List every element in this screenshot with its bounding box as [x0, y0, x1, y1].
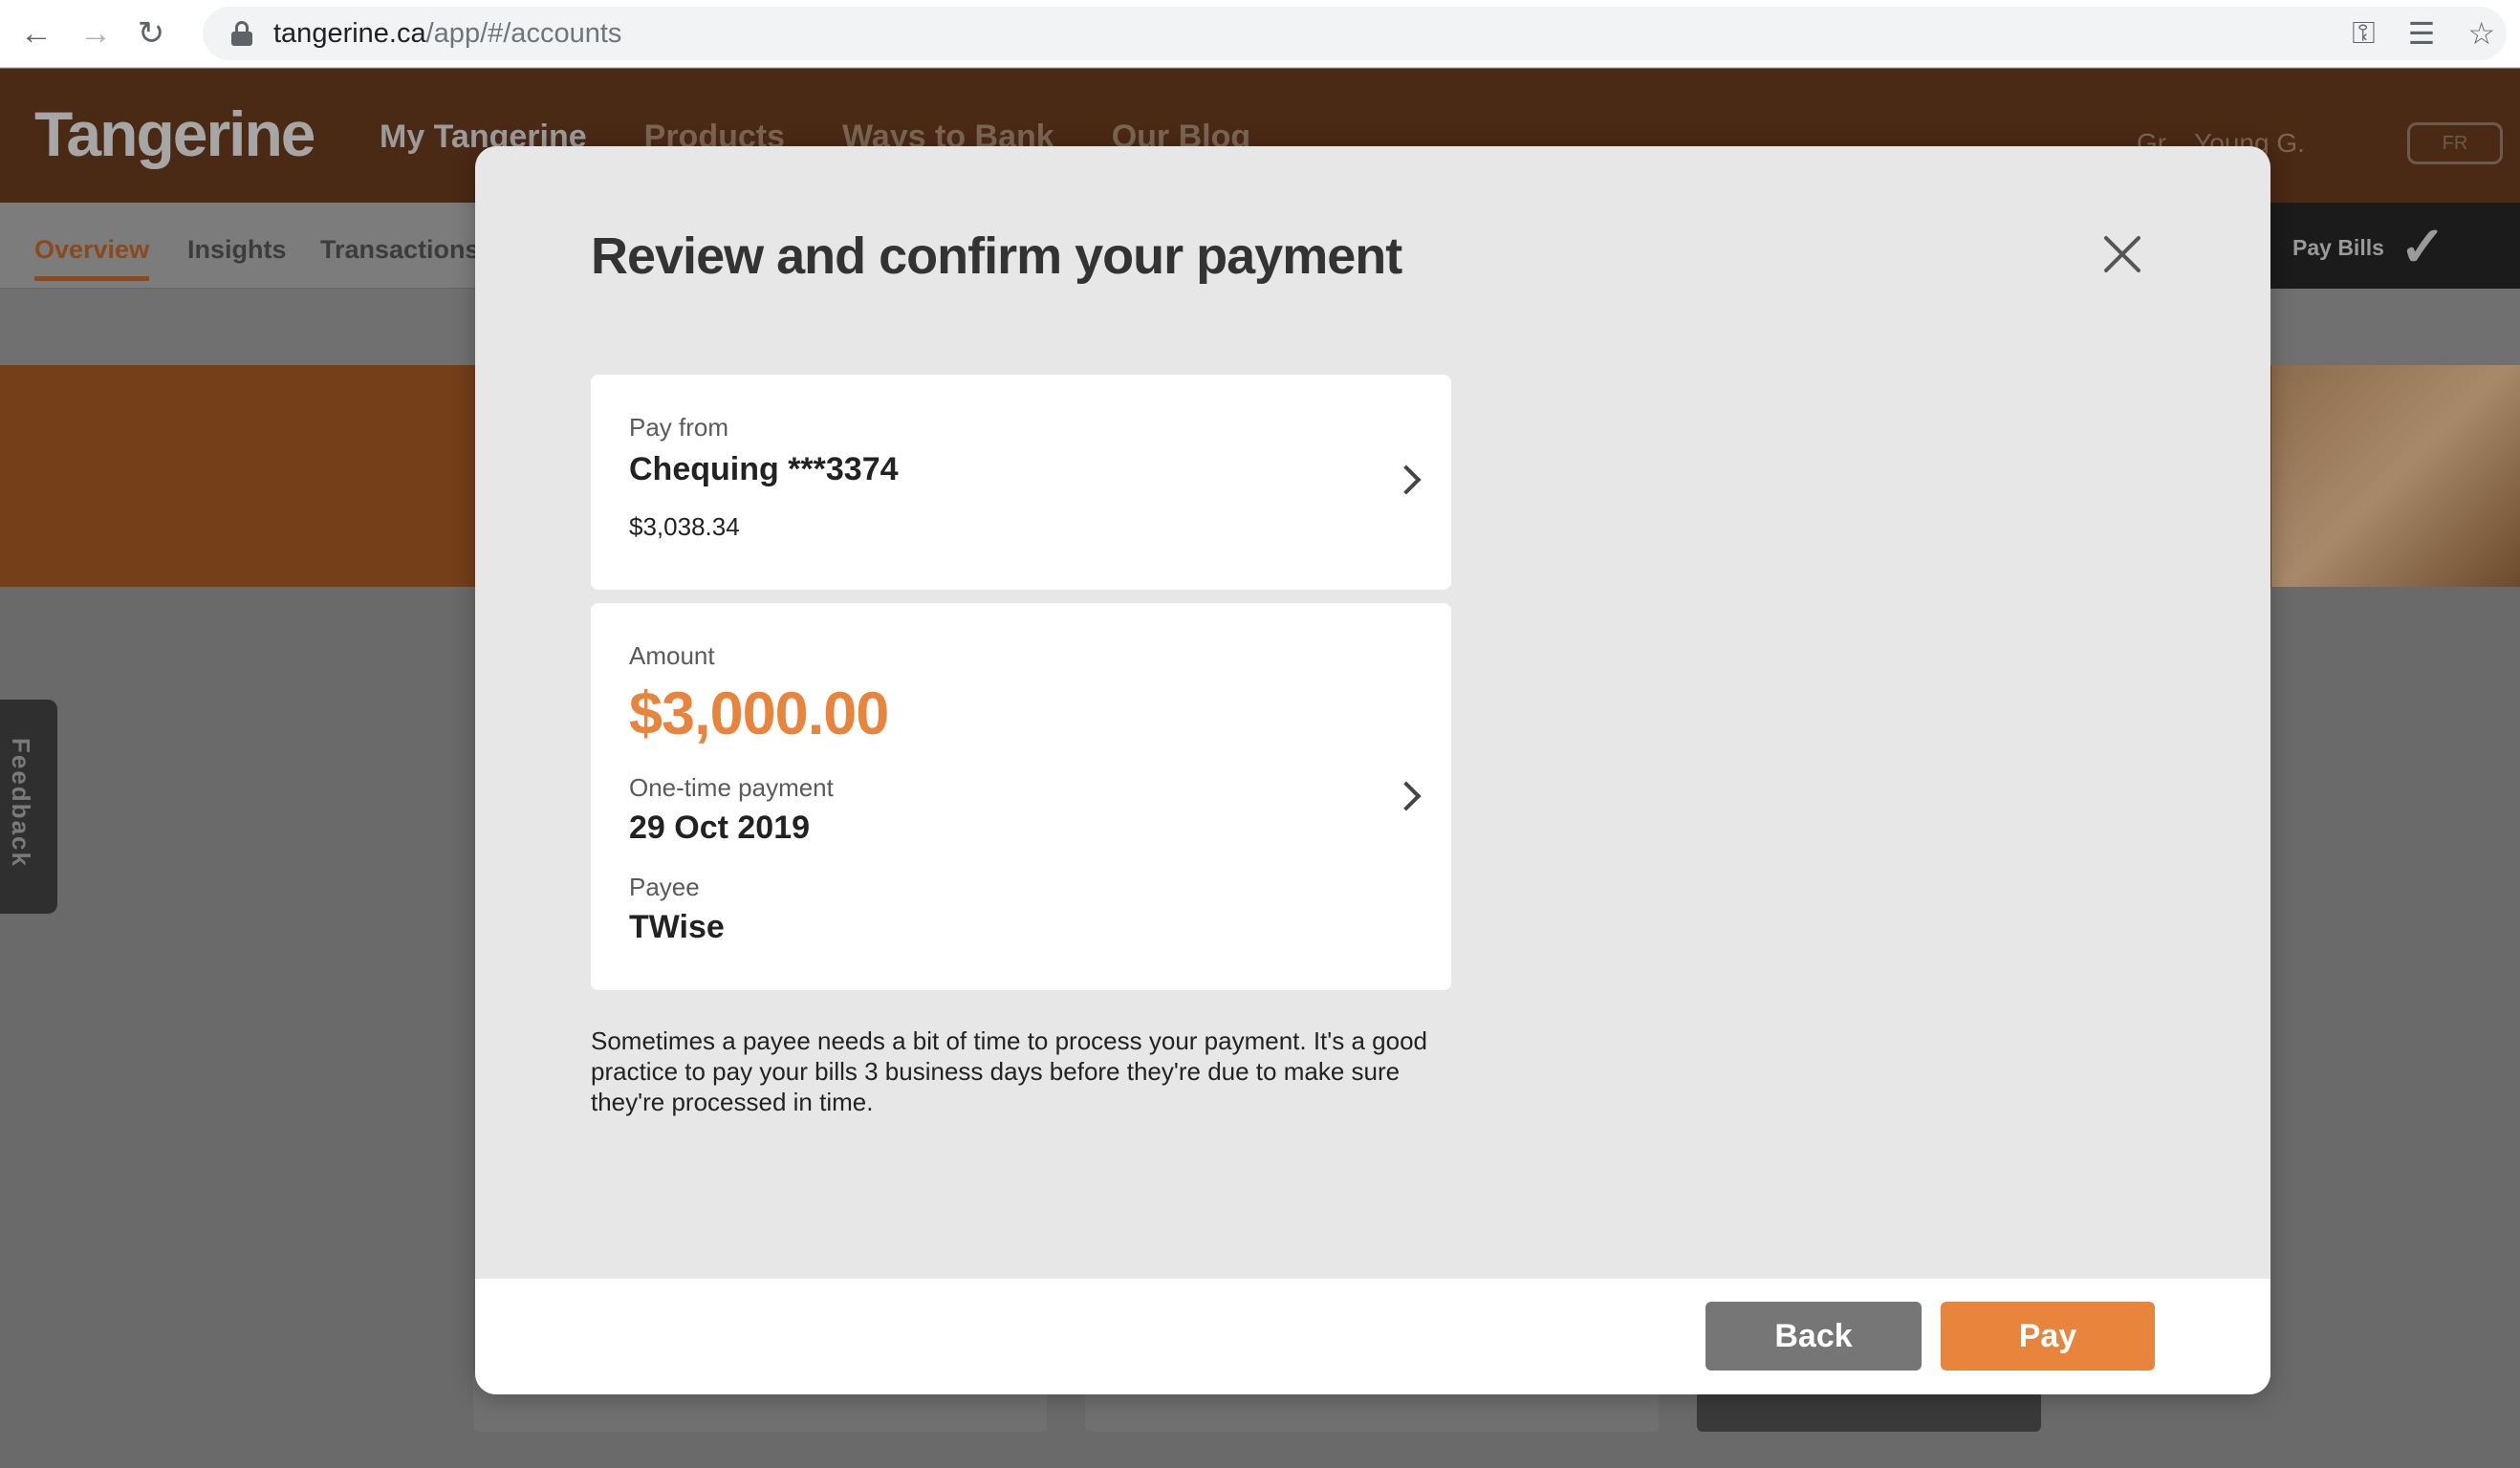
lock-icon	[231, 21, 252, 46]
menu-lines-icon[interactable]: ☰	[2408, 15, 2436, 52]
pay-bills-step: Pay Bills ✓	[2266, 203, 2520, 289]
pay-from-label: Pay from	[629, 413, 729, 442]
tangerine-logo[interactable]: Tangerine	[34, 97, 316, 170]
payee-name: TWise	[629, 909, 725, 945]
account-balance: $3,038.34	[629, 512, 740, 541]
url-text: tangerine.ca/app/#/accounts	[273, 17, 622, 49]
tab-transactions[interactable]: Transactions	[320, 235, 480, 265]
account-name: Chequing ***3374	[629, 451, 899, 487]
pay-button[interactable]: Pay	[1941, 1302, 2155, 1371]
reload-icon[interactable]: ↻	[132, 14, 170, 53]
feedback-tab[interactable]: Feedback	[0, 700, 57, 914]
payee-label: Payee	[629, 873, 700, 901]
pay-bills-label: Pay Bills	[2292, 235, 2384, 260]
back-arrow-icon[interactable]: ←	[17, 14, 55, 53]
modal-footer: Back Pay	[475, 1279, 2270, 1394]
browser-toolbar: ← → ↻ tangerine.ca/app/#/accounts ⚿ ☰ ☆	[0, 0, 2520, 68]
payment-date: 29 Oct 2019	[629, 810, 811, 846]
tab-insights[interactable]: Insights	[187, 235, 287, 265]
close-icon[interactable]	[2100, 232, 2144, 276]
key-icon[interactable]: ⚿	[2352, 15, 2375, 52]
payment-details-card[interactable]: Amount $3,000.00 One-time payment 29 Oct…	[591, 603, 1451, 990]
address-bar[interactable]: tangerine.ca/app/#/accounts ⚿ ☰ ☆	[203, 7, 2507, 60]
star-icon[interactable]: ☆	[2467, 15, 2495, 52]
hero-image	[2271, 365, 2520, 587]
payment-review-modal: Review and confirm your payment Pay from…	[475, 146, 2270, 1394]
modal-title: Review and confirm your payment	[591, 227, 1402, 285]
feedback-label: Feedback	[7, 738, 35, 868]
forward-arrow-icon[interactable]: →	[76, 14, 115, 53]
language-button[interactable]: FR	[2407, 122, 2503, 164]
back-button[interactable]: Back	[1705, 1302, 1922, 1371]
amount-label: Amount	[629, 641, 715, 670]
pay-from-card[interactable]: Pay from Chequing ***3374 $3,038.34	[591, 375, 1451, 590]
browser-actions: ⚿ ☰ ☆	[2352, 7, 2495, 60]
processing-note: Sometimes a payee needs a bit of time to…	[591, 1026, 1427, 1116]
tab-overview[interactable]: Overview	[34, 235, 150, 281]
check-icon: ✓	[2400, 216, 2446, 278]
chevron-right-icon[interactable]	[1391, 781, 1422, 811]
amount-value: $3,000.00	[629, 680, 889, 747]
frequency-label: One-time payment	[629, 773, 834, 802]
chevron-right-icon[interactable]	[1391, 464, 1422, 495]
